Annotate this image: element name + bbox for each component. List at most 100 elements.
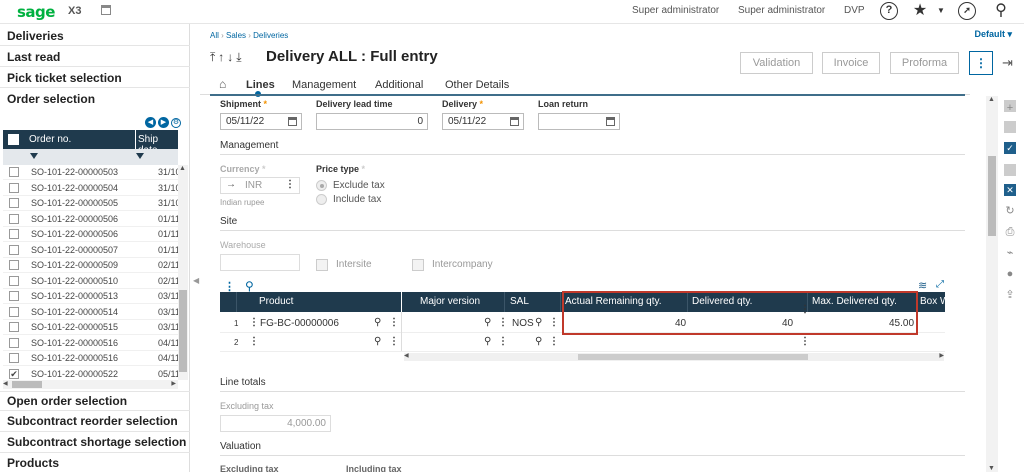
row-checkbox[interactable] [9,353,19,363]
cell-menu-icon[interactable]: ⋮ [498,336,508,347]
cancel-icon[interactable]: ✕ [1001,182,1019,198]
search-icon[interactable]: ⚲ [535,336,542,347]
exit-icon[interactable]: ⇥ [1002,55,1013,71]
cell-menu-icon[interactable]: ⋮ [389,317,399,328]
comment-icon[interactable]: ● [1001,266,1019,282]
home-icon[interactable]: ⌂ [219,77,226,91]
row-checkbox[interactable] [9,198,19,208]
list-item[interactable]: SO-101-22-00000515 03/11 [3,320,180,335]
search-icon[interactable]: ⚲ [535,317,542,328]
intercompany-checkbox[interactable] [412,259,424,271]
list-item[interactable]: SO-101-22-00000505 31/10 [3,196,181,211]
expand-icon[interactable]: ⤢ [936,279,944,290]
hscroll-thumb[interactable] [12,381,42,388]
default-view-select[interactable]: Default ▾ [974,29,1012,40]
role-name[interactable]: Super administrator [738,5,825,16]
breadcrumb-sales[interactable]: Sales [226,31,246,40]
cell-menu-icon[interactable]: ⋮ [389,336,399,347]
sidebar-header-last-read[interactable]: Last read [7,50,60,64]
loan-return-field[interactable] [538,113,620,130]
cell-menu-icon[interactable]: ⋮ [549,317,559,328]
list-item[interactable]: SO-101-22-00000506 01/11 [3,212,180,227]
cell-menu-icon[interactable]: ⋮ [800,336,810,347]
row-checkbox[interactable] [9,213,19,224]
breadcrumb-all[interactable]: All [210,31,219,40]
attachment-icon[interactable]: ⌁ [1001,245,1019,261]
help-icon[interactable]: ? [880,2,898,20]
search-icon[interactable]: ⚲ [484,336,491,347]
list-item[interactable]: SO-101-22-00000516 04/11 [3,336,180,351]
calendar-icon[interactable] [606,117,615,126]
compass-icon[interactable]: ➚ [958,2,976,20]
list-item[interactable]: SO-101-22-00000503 31/10 [3,165,181,180]
row-checkbox[interactable] [9,291,19,301]
include-tax-radio[interactable] [316,194,327,205]
next-page-icon[interactable]: ▶ [158,117,169,128]
collapse-panel-icon[interactable]: ◀ [193,276,199,285]
star-icon[interactable]: ★ [911,2,929,20]
arrow-right-icon[interactable]: → [226,179,236,190]
row-checkbox[interactable] [9,337,19,348]
calendar-icon[interactable] [101,5,111,15]
chevron-down-icon[interactable]: ▼ [932,2,950,20]
row-menu-icon[interactable]: ⋮ [249,317,259,328]
folder-name[interactable]: DVP [844,5,865,16]
list-item[interactable]: SO-101-22-00000513 03/11 [3,289,180,304]
list-item[interactable]: SO-101-22-00000516 04/11 [3,351,180,366]
warehouse-field[interactable] [220,254,300,271]
proforma-button[interactable]: Proforma [890,52,959,74]
list-item[interactable]: SO-101-22-00000510 02/11 [3,274,180,289]
product-cell[interactable]: FG-BC-00000006 [260,318,339,329]
more-actions-icon[interactable]: ⋮ [969,51,993,75]
row-checkbox[interactable] [9,275,19,286]
sidebar-header-deliveries[interactable]: Deliveries [7,29,64,43]
row-menu-icon[interactable]: ⋮ [249,336,259,347]
calendar-icon[interactable] [288,117,297,126]
col-product[interactable]: Product [259,292,293,312]
tab-additional[interactable]: Additional [375,79,423,91]
record-nav[interactable]: ⤒↑↓⤓ [210,50,245,65]
add-icon[interactable]: + [1001,98,1019,114]
search-icon[interactable]: ⚲ [245,279,254,293]
breadcrumb-deliveries[interactable]: Deliveries [253,31,288,40]
scroll-thumb[interactable] [988,156,996,236]
row-checkbox[interactable] [9,167,19,177]
col-order-no[interactable]: Order no. [29,134,71,145]
print-icon[interactable]: ⎙ [1001,224,1019,240]
list-item[interactable]: SO-101-22-00000514 03/11 [3,305,180,320]
search-icon[interactable]: ⚲ [484,317,491,328]
list-item[interactable]: SO-101-22-00000506 01/11 [3,227,180,242]
row-checkbox[interactable] [9,306,19,317]
table-hscrollbar[interactable]: ◀ ▶ [404,353,944,361]
lead-time-field[interactable]: 0 [316,113,428,130]
sidebar-header-subcontract-shortage[interactable]: Subcontract shortage selection [7,435,186,449]
export-icon[interactable]: ⇪ [1001,287,1019,303]
user-name[interactable]: Super administrator [632,5,719,16]
settings-icon[interactable]: ⚙ [171,118,181,128]
search-icon[interactable]: ⚲ [992,2,1010,20]
tab-lines[interactable]: Lines [246,79,275,91]
shipment-date-field[interactable]: 05/11/22 [220,113,302,130]
list-item[interactable]: SO-101-22-00000509 02/11 [3,258,180,273]
row-checkbox[interactable] [9,322,19,332]
content-scrollbar[interactable]: ▲ ▼ [986,96,998,472]
sidebar-header-subcontract-reorder[interactable]: Subcontract reorder selection [7,414,178,428]
row-checkbox[interactable]: ✔ [9,368,19,379]
sal-cell[interactable]: NOS [512,318,534,329]
exclude-tax-radio[interactable] [316,180,327,191]
col-box-wi[interactable]: Box Wi [920,292,952,312]
row-checkbox[interactable] [9,182,19,193]
tab-other-details[interactable]: Other Details [445,79,509,91]
copy-icon[interactable] [1001,119,1019,135]
delivery-date-field[interactable]: 05/11/22 [442,113,524,130]
currency-field[interactable]: → INR ⋮ [220,177,300,194]
cell-menu-icon[interactable]: ⋮ [498,317,508,328]
select-all-checkbox[interactable] [8,134,19,145]
row-checkbox[interactable] [9,260,19,270]
sidebar-header-open-order[interactable]: Open order selection [7,394,127,408]
tab-management[interactable]: Management [292,79,356,91]
list-item[interactable]: SO-101-22-00000507 01/11 [3,243,180,258]
sage-logo[interactable]: sage [17,3,55,21]
col-major-version[interactable]: Major version [420,292,480,312]
layers-icon[interactable]: ≋ [918,279,927,292]
